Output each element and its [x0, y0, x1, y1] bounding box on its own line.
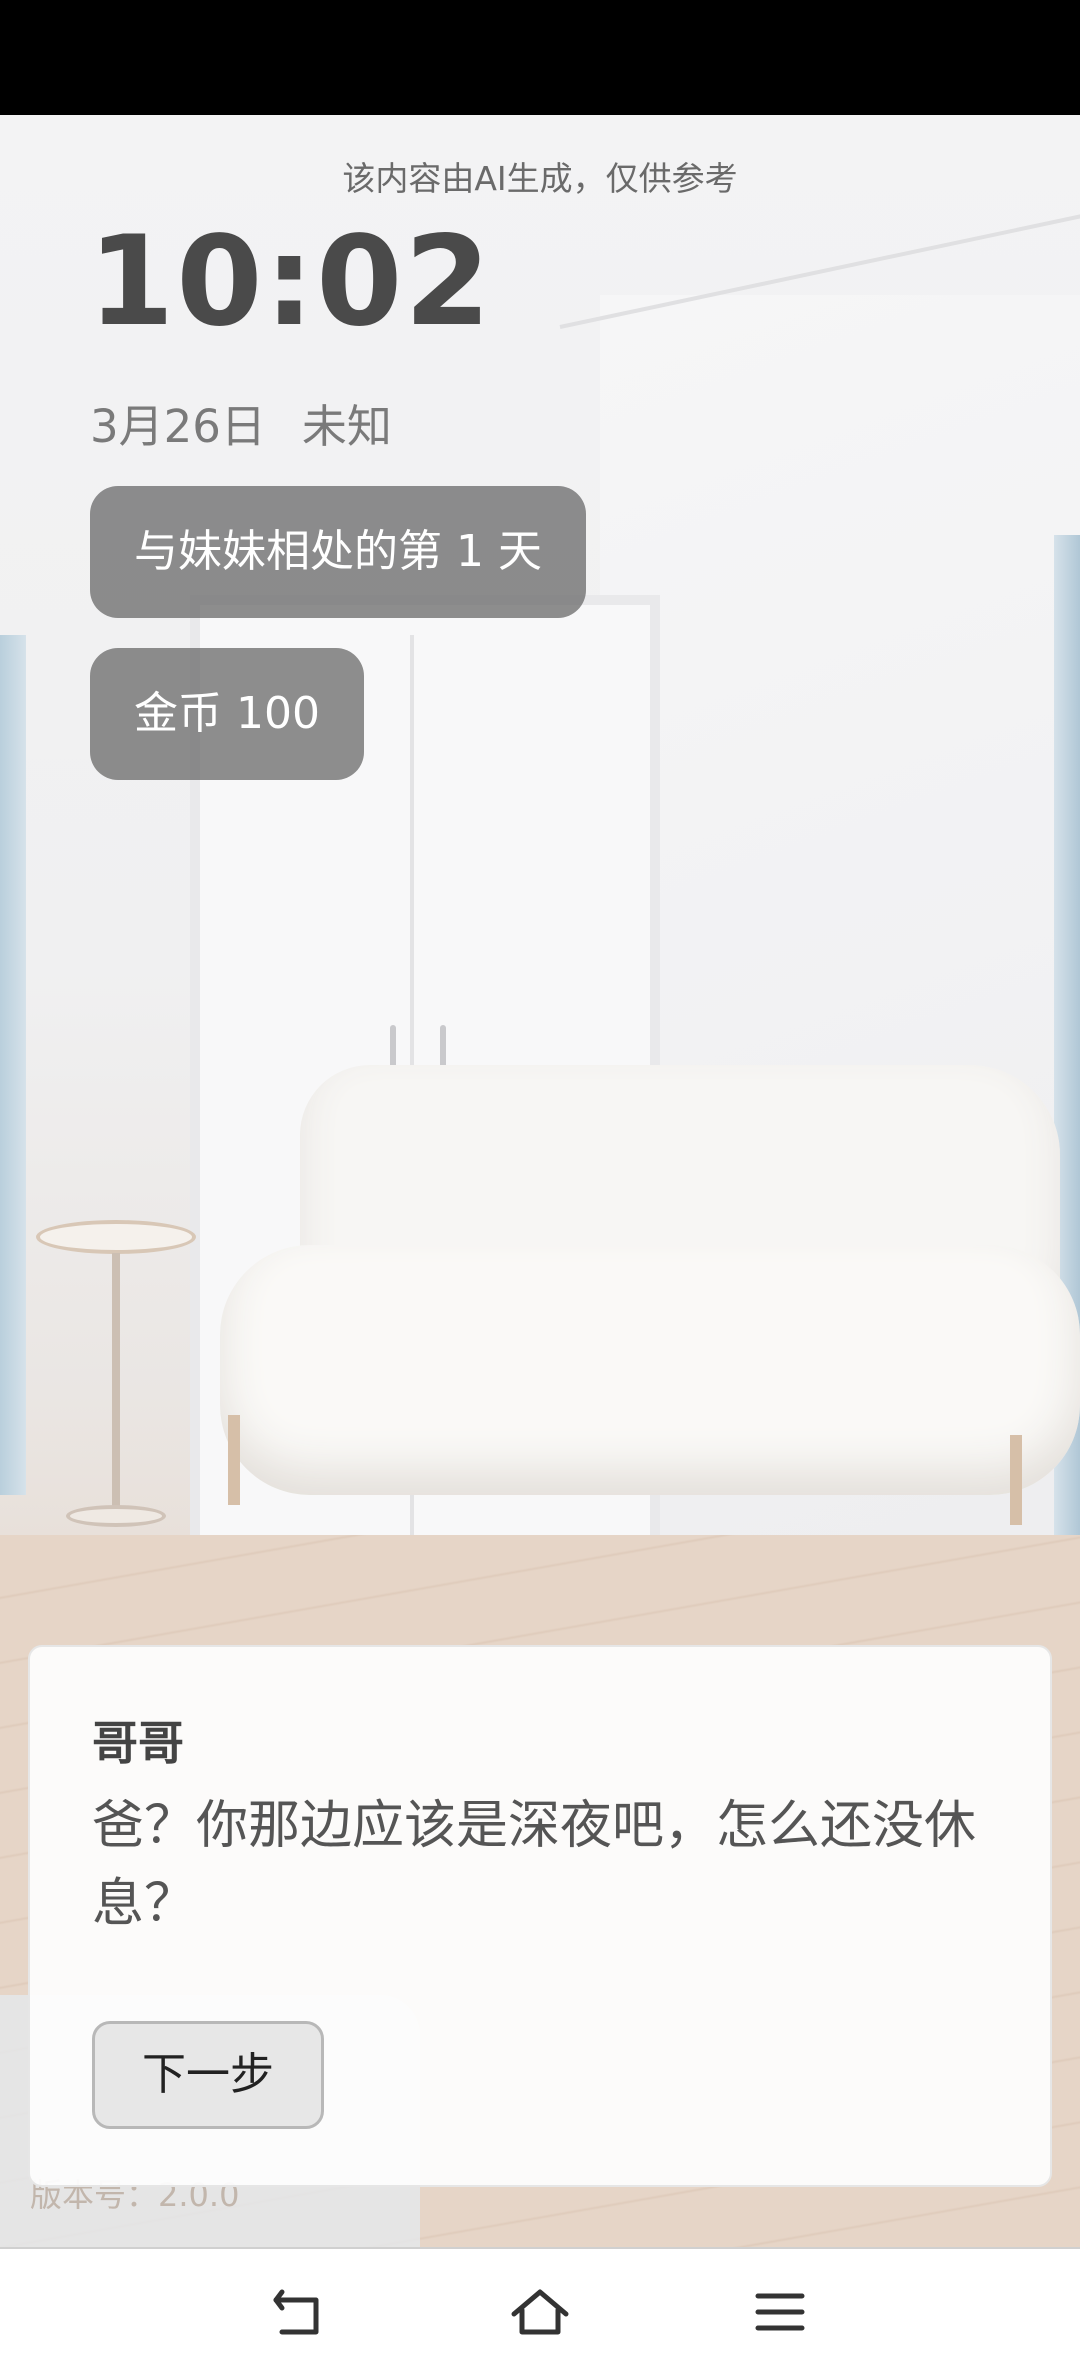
back-icon: [273, 2289, 319, 2335]
status-bar: [0, 0, 1080, 115]
dialog-text: 爸？你那边应该是深夜吧，怎么还没休息？: [92, 1796, 977, 1934]
next-button[interactable]: 下一步: [92, 2021, 324, 2129]
dialog-box: 哥哥 爸？你那边应该是深夜吧，怎么还没休息？ 下一步: [28, 1645, 1052, 2187]
curtain: [0, 635, 26, 1495]
menu-button[interactable]: [740, 2277, 820, 2347]
coins-badge: 金币 100: [90, 648, 364, 780]
home-icon: [511, 2289, 569, 2335]
menu-icon: [755, 2293, 805, 2331]
ai-generated-notice: 该内容由AI生成，仅供参考: [342, 159, 738, 198]
weather-label: 未知: [301, 400, 392, 453]
home-button[interactable]: [500, 2277, 580, 2347]
speaker-name: 哥哥: [92, 1716, 184, 1770]
side-table: [36, 1220, 196, 1254]
sofa-seat: [220, 1245, 1080, 1495]
date-row: 3月26日 未知: [90, 390, 392, 455]
navigation-bar: [0, 2247, 1080, 2376]
clock-time: 10:02: [88, 210, 493, 354]
back-button[interactable]: [260, 2277, 340, 2347]
date-label: 3月26日: [90, 400, 266, 453]
days-together-badge: 与妹妹相处的第 1 天: [90, 486, 586, 618]
